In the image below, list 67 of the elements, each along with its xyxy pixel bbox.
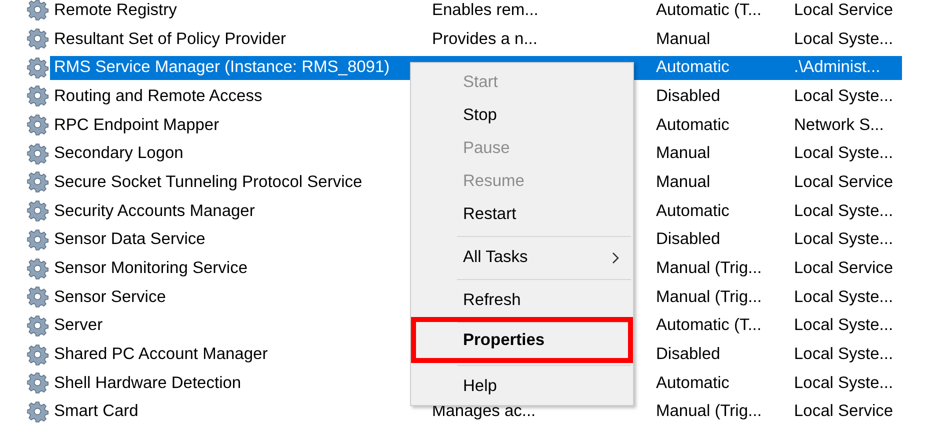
gear-icon <box>27 114 49 136</box>
table-cell-text: Local Syste... <box>793 30 894 49</box>
table-cell-text: Manual <box>655 144 710 164</box>
menu-item[interactable]: Restart <box>411 198 633 231</box>
table-cell-text: Local Syste... <box>793 374 894 393</box>
table-cell-text: Manual (Trig... <box>655 259 762 278</box>
table-cell-text: Manual (Trig... <box>655 288 762 307</box>
gear-icon <box>27 314 49 337</box>
table-cell-text: Automatic <box>655 116 730 135</box>
table-cell-text: Local Syste... <box>793 316 894 336</box>
table-cell-text: Sensor Service <box>53 288 166 307</box>
table-cell-text: Sensor Monitoring Service <box>53 259 248 278</box>
table-cell-text: Local Service <box>793 172 894 192</box>
gear-icon <box>27 372 49 394</box>
table-cell-text: Network S... <box>793 116 884 135</box>
table-cell-text: Automatic <box>655 58 730 78</box>
table-cell-text: Server <box>53 316 103 336</box>
table-cell-text: Local Syste... <box>793 202 894 221</box>
table-cell-text: Resultant Set of Policy Provider <box>53 30 286 49</box>
table-cell-text: Disabled <box>655 345 720 364</box>
menu-item[interactable]: Properties <box>411 317 633 363</box>
table-cell-text: Automatic (T... <box>655 0 762 20</box>
table-cell-text: Local Syste... <box>793 144 894 164</box>
menu-item[interactable]: Help <box>411 370 633 403</box>
gear-icon <box>27 171 49 194</box>
gear-icon <box>27 200 49 222</box>
table-cell-text: .\Administ... <box>793 58 880 78</box>
gear-icon <box>27 228 49 251</box>
table-cell-text: Disabled <box>655 230 720 250</box>
table-cell-text: Manual <box>655 30 710 49</box>
gear-icon <box>27 56 49 79</box>
table-cell-text: Routing and Remote Access <box>53 86 262 106</box>
table-cell-text: Local Syste... <box>793 288 894 307</box>
menu-item[interactable]: Stop <box>411 99 633 132</box>
table-cell-text: Local Syste... <box>793 345 894 364</box>
table-cell-text: Provides a n... <box>431 30 538 49</box>
table-cell-text: Remote Registry <box>53 0 177 20</box>
table-cell-text: Security Accounts Manager <box>53 202 255 221</box>
gear-icon <box>27 258 49 280</box>
table-cell-text: Manages ac... <box>431 402 536 422</box>
gear-icon <box>27 286 49 308</box>
table-cell-text: Enables rem... <box>431 0 538 20</box>
table-cell-text: Sensor Data Service <box>53 230 206 250</box>
table-cell-text: Local Service <box>793 0 894 20</box>
table-cell-text: RPC Endpoint Mapper <box>53 116 220 135</box>
table-cell-text: Shell Hardware Detection <box>53 374 242 393</box>
gear-icon <box>27 344 49 366</box>
table-cell-text: Shared PC Account Manager <box>53 345 268 364</box>
table-cell-text: Disabled <box>655 86 720 106</box>
menu-item[interactable]: Refresh <box>411 284 633 317</box>
table-cell-text: Secure Socket Tunneling Protocol Service <box>53 172 362 192</box>
table-cell-text: Manual (Trig... <box>655 402 762 422</box>
table-cell-text: Automatic <box>655 202 730 221</box>
table-cell-text: Automatic <box>655 374 730 393</box>
menu-item[interactable]: All Tasks <box>411 241 633 274</box>
gear-icon <box>27 85 49 108</box>
table-cell-text: Local Service <box>793 259 894 278</box>
gear-icon <box>27 28 49 50</box>
table-cell-text: Secondary Logon <box>53 144 184 164</box>
gear-icon <box>27 142 49 165</box>
table-cell-text: Automatic (T... <box>655 316 762 336</box>
table-cell-text: Manual <box>655 172 710 192</box>
table-cell-text: RMS Service Manager (Instance: RMS_8091) <box>53 58 390 78</box>
table-cell-text: Local Syste... <box>793 230 894 250</box>
table-cell-text: Smart Card <box>53 402 138 422</box>
table-cell-text: Local Syste... <box>793 86 894 106</box>
table-cell-text: Local Service <box>793 402 894 422</box>
